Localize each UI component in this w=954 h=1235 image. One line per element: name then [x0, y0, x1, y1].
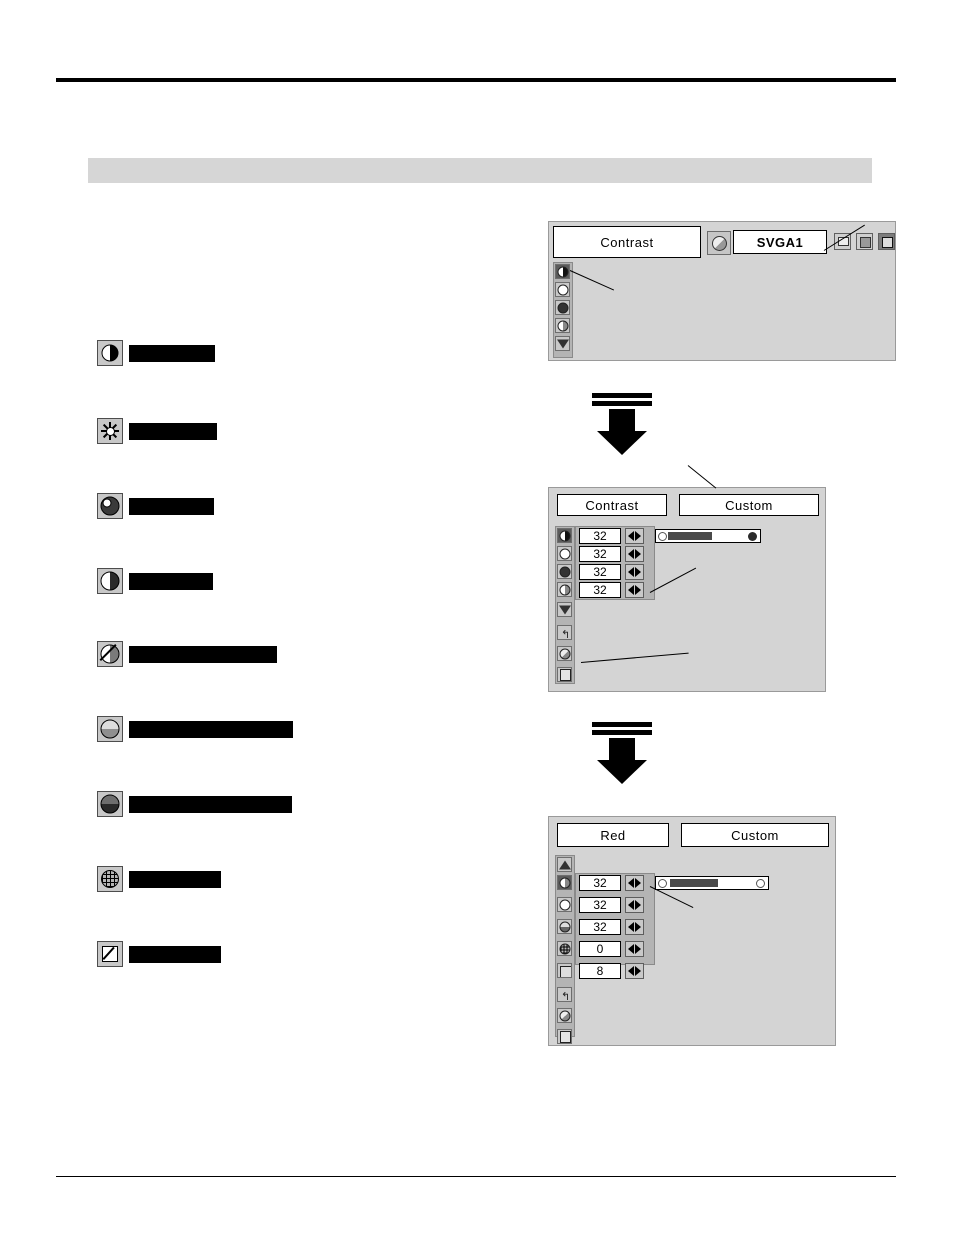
- osd-bottom-mode: Custom: [681, 823, 829, 847]
- row-stepper-sharpness[interactable]: [625, 941, 644, 957]
- arrow-up-icon[interactable]: [557, 857, 572, 872]
- sharpness-icon: [97, 866, 123, 892]
- osd-top-title: Contrast: [553, 226, 701, 258]
- feature-row: [97, 866, 221, 892]
- brightness-icon: [97, 418, 123, 444]
- section-heading-band: [88, 158, 872, 183]
- row-value-gamma[interactable]: 8: [579, 963, 621, 979]
- osd-bottom-panel: Red Custom 32 32 32 0 8 ↰: [548, 816, 836, 1046]
- page-top-rule: [56, 78, 896, 82]
- row-value-brightness[interactable]: 32: [579, 546, 621, 562]
- row-stepper-green[interactable]: [625, 897, 644, 913]
- row-icon-green[interactable]: [557, 897, 572, 912]
- white-balance-green-icon: [97, 716, 123, 742]
- image-icon[interactable]: [878, 233, 895, 250]
- feature-label-redacted: [129, 422, 217, 440]
- feature-row: [97, 493, 214, 519]
- row-icon-gamma[interactable]: [557, 963, 572, 978]
- source-value: SVGA1: [733, 230, 827, 254]
- osd-middle-mode: Custom: [679, 494, 819, 516]
- feature-label-redacted: [129, 497, 214, 515]
- white-balance-blue-icon: [97, 791, 123, 817]
- row-icon-tint[interactable]: [557, 582, 572, 597]
- feature-label-redacted: [129, 720, 293, 738]
- row-icon-color[interactable]: [557, 564, 572, 579]
- callout-line: [687, 465, 717, 489]
- arrow-down-icon[interactable]: [557, 602, 572, 617]
- quit-icon[interactable]: [557, 667, 572, 682]
- feature-row: [97, 340, 215, 366]
- flow-arrow-down: [592, 722, 652, 784]
- menu-item-tint[interactable]: [555, 318, 570, 333]
- store-icon[interactable]: [557, 1008, 572, 1023]
- row-value-sharpness[interactable]: 0: [579, 941, 621, 957]
- reset-icon[interactable]: ↰: [557, 987, 572, 1002]
- value-slider[interactable]: [655, 529, 761, 543]
- row-value-color[interactable]: 32: [579, 564, 621, 580]
- menu-item-brightness[interactable]: [555, 282, 570, 297]
- feature-label-redacted: [129, 572, 213, 590]
- osd-bottom-title: Red: [557, 823, 669, 847]
- feature-row: [97, 716, 293, 742]
- value-slider[interactable]: [655, 876, 769, 890]
- tint-icon: [97, 568, 123, 594]
- store-icon[interactable]: [557, 646, 572, 661]
- contrast-icon: [97, 340, 123, 366]
- reset-icon[interactable]: ↰: [557, 625, 572, 640]
- row-icon-brightness[interactable]: [557, 546, 572, 561]
- row-stepper-gamma[interactable]: [625, 963, 644, 979]
- row-value-tint[interactable]: 32: [579, 582, 621, 598]
- arrow-down-icon[interactable]: [555, 336, 570, 351]
- flow-arrow-down: [592, 393, 652, 455]
- gamma-icon: [97, 941, 123, 967]
- row-stepper-tint[interactable]: [625, 582, 644, 598]
- row-icon-contrast[interactable]: [557, 528, 572, 543]
- row-value-blue[interactable]: 32: [579, 919, 621, 935]
- quit-icon[interactable]: [557, 1029, 572, 1044]
- row-stepper-red[interactable]: [625, 875, 644, 891]
- feature-row: [97, 568, 213, 594]
- menu-item-contrast[interactable]: [555, 264, 570, 279]
- row-icon-red[interactable]: [557, 875, 572, 890]
- row-stepper-color[interactable]: [625, 564, 644, 580]
- white-balance-red-icon: [97, 641, 123, 667]
- feature-label-redacted: [129, 645, 277, 663]
- color-icon: [97, 493, 123, 519]
- video-icon[interactable]: [856, 233, 873, 250]
- row-stepper-contrast[interactable]: [625, 528, 644, 544]
- row-value-green[interactable]: 32: [579, 897, 621, 913]
- row-stepper-brightness[interactable]: [625, 546, 644, 562]
- feature-label-redacted: [129, 870, 221, 888]
- row-value-red[interactable]: 32: [579, 875, 621, 891]
- feature-row: [97, 791, 292, 817]
- page-bottom-rule: [56, 1176, 896, 1177]
- feature-label-redacted: [129, 795, 292, 813]
- row-icon-blue[interactable]: [557, 919, 572, 934]
- feature-row: [97, 641, 277, 667]
- menu-item-color[interactable]: [555, 300, 570, 315]
- feature-label-redacted: [129, 945, 221, 963]
- feature-row: [97, 941, 221, 967]
- row-value-contrast[interactable]: 32: [579, 528, 621, 544]
- source-select-icon[interactable]: [707, 231, 731, 255]
- feature-row: [97, 418, 217, 444]
- osd-middle-title: Contrast: [557, 494, 667, 516]
- row-stepper-blue[interactable]: [625, 919, 644, 935]
- row-icon-sharpness[interactable]: [557, 941, 572, 956]
- feature-label-redacted: [129, 344, 215, 362]
- osd-top-panel: Contrast SVGA1: [548, 221, 896, 361]
